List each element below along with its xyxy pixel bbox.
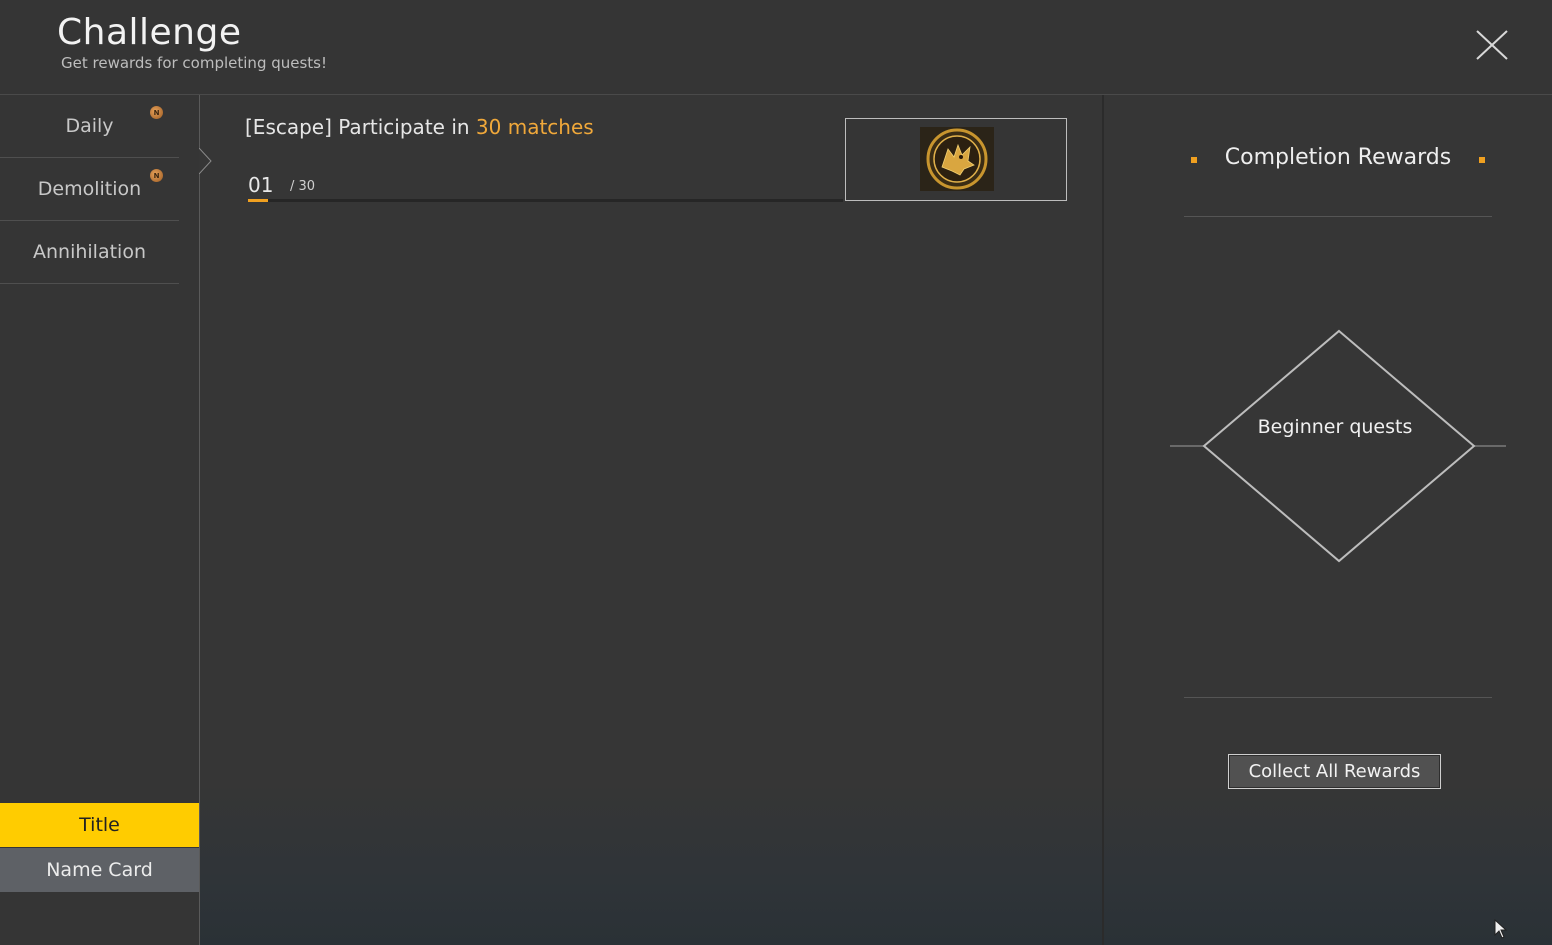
gold-dragon-emblem-icon xyxy=(920,127,994,191)
header: Challenge Get rewards for completing que… xyxy=(0,0,1552,95)
progress-max: / 30 xyxy=(290,179,316,194)
progress-bar xyxy=(248,199,843,202)
sidebar-tab-annihilation[interactable]: Annihilation xyxy=(0,221,179,284)
page-subtitle: Get rewards for completing quests! xyxy=(61,54,328,72)
close-icon[interactable] xyxy=(1472,26,1512,66)
challenge-screen: Challenge Get rewards for completing que… xyxy=(0,0,1552,945)
quest-title-highlight: 30 matches xyxy=(475,115,594,139)
new-badge-icon: N xyxy=(150,169,163,182)
divider xyxy=(1184,697,1492,698)
sidebar-tab-label: Daily xyxy=(65,115,114,137)
category-name-card-button[interactable]: Name Card xyxy=(0,848,199,892)
sidebar-tab-label: Demolition xyxy=(37,178,142,200)
diamond-frame-icon xyxy=(1170,329,1506,563)
decor-square-icon xyxy=(1479,157,1485,163)
progress-current: 01 xyxy=(248,173,274,197)
diamond-label: Beginner quests xyxy=(1257,416,1413,438)
mouse-cursor-icon xyxy=(1494,919,1508,939)
category-title-button[interactable]: Title xyxy=(0,803,199,847)
divider xyxy=(1184,216,1492,217)
quest-list: [Escape] Participate in 30 matches 01 / … xyxy=(201,95,1101,945)
collect-all-rewards-button[interactable]: Collect All Rewards xyxy=(1228,754,1441,789)
quest-title: [Escape] Participate in 30 matches xyxy=(245,115,594,139)
progress-bar-fill xyxy=(248,199,268,202)
quest-title-text: [Escape] Participate in xyxy=(245,115,476,139)
page-title: Challenge xyxy=(57,12,242,53)
completion-rewards-panel: Completion Rewards Beginner quests Colle… xyxy=(1102,95,1552,945)
sidebar-tab-demolition[interactable]: Demolition N xyxy=(0,158,179,221)
sidebar: Daily N Demolition N Annihilation Title … xyxy=(0,95,200,945)
beginner-quests-diamond[interactable]: Beginner quests xyxy=(1170,328,1506,564)
new-badge-icon: N xyxy=(150,106,163,119)
sidebar-tab-label: Annihilation xyxy=(33,241,146,263)
sidebar-tab-daily[interactable]: Daily N xyxy=(0,95,179,158)
quest-reward-slot[interactable] xyxy=(845,118,1067,201)
